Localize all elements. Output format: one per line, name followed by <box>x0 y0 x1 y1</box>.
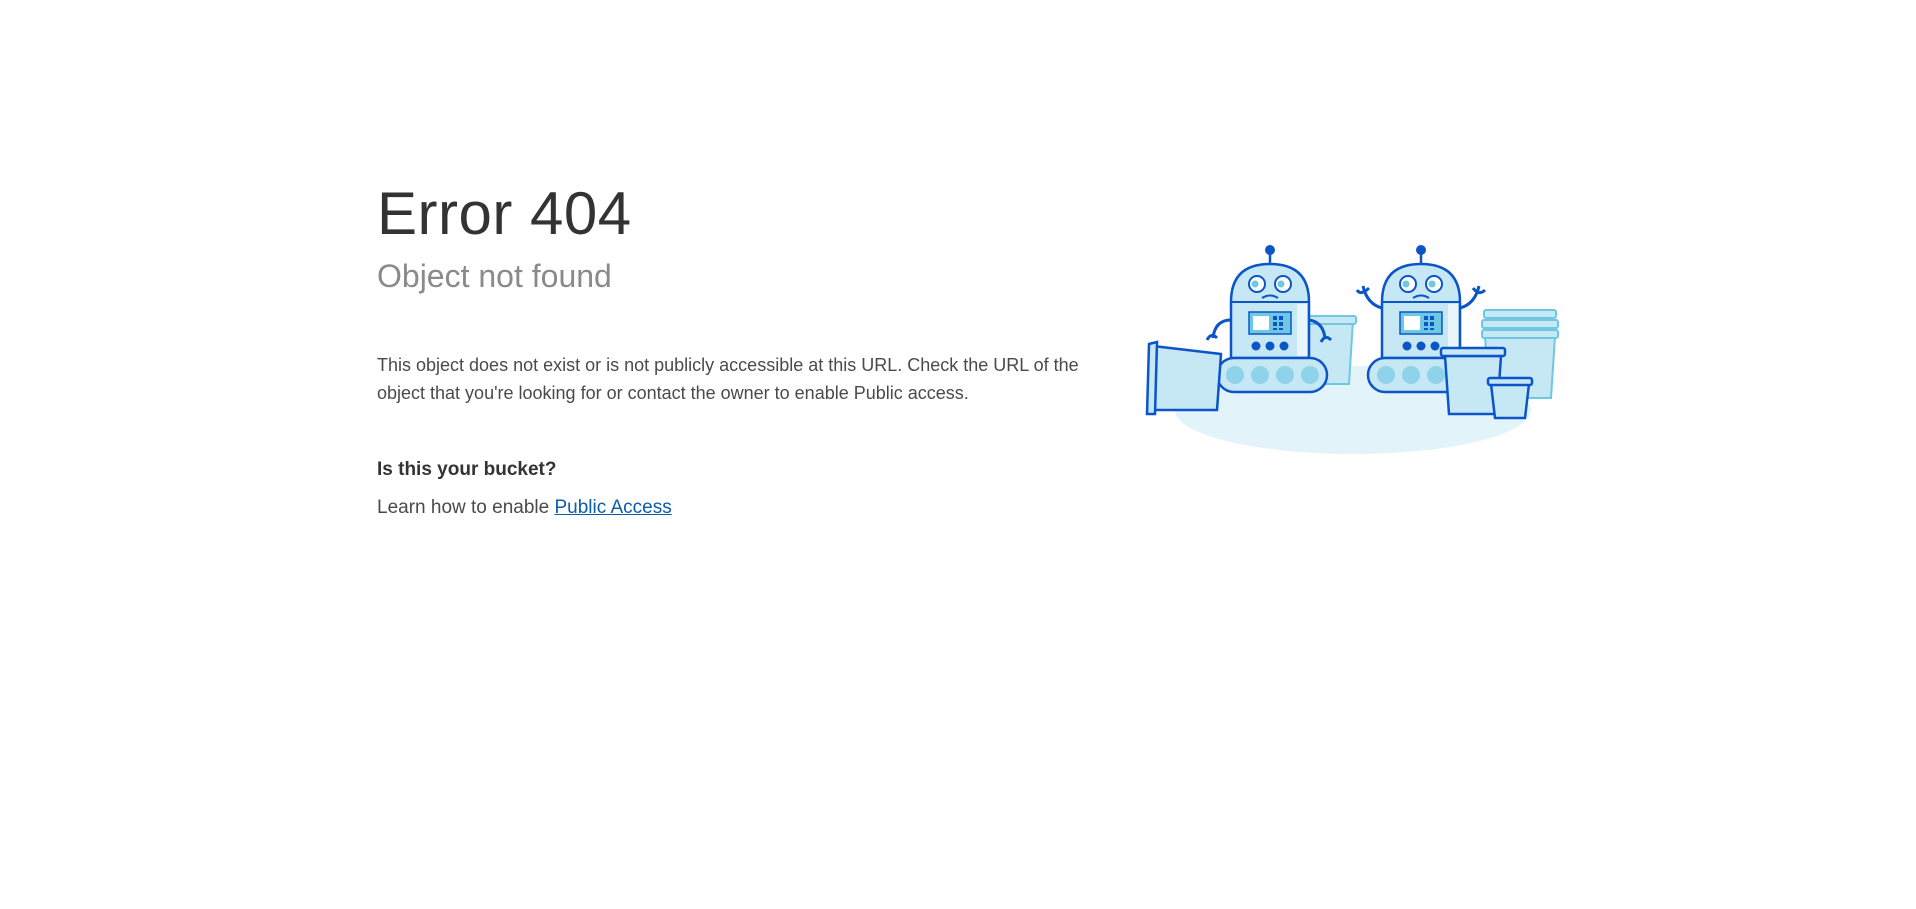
learn-line: Learn how to enable Public Access <box>377 497 1097 519</box>
error-content: Error 404 Object not found This object d… <box>377 178 1097 519</box>
public-access-link[interactable]: Public Access <box>554 497 671 518</box>
learn-prefix: Learn how to enable <box>377 497 555 518</box>
robots-illustration <box>1145 238 1569 464</box>
error-subtitle: Object not found <box>377 258 612 294</box>
error-title: Error 404 <box>377 180 632 247</box>
error-page: Error 404 Object not found This object d… <box>0 0 1916 909</box>
error-description: This object does not exist or is not pub… <box>377 355 1079 403</box>
tipped-bucket-icon <box>1145 340 1223 416</box>
bucket-question: Is this your bucket? <box>377 459 557 480</box>
